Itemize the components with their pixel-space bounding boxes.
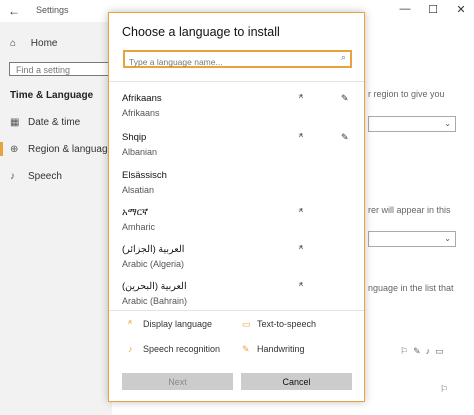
language-search-box[interactable]: ⌕ — [123, 50, 352, 69]
handwriting-icon: ✎ — [341, 132, 349, 142]
next-button[interactable]: Next — [122, 373, 233, 390]
language-search-input[interactable] — [125, 55, 329, 69]
display-language-icon: ᴬ⃗ — [299, 132, 303, 142]
list-bottom-divider — [109, 310, 364, 311]
nav-home[interactable]: ⌂ Home — [10, 38, 57, 49]
choose-language-dialog: Choose a language to install ⌕ Afrikaans… — [108, 12, 365, 402]
display-language-icon: ᴬ⃗ — [299, 93, 303, 103]
microphone-icon: ♪ — [128, 344, 133, 354]
list-item[interactable]: العربية (البحرين) Arabic (Bahrain) ᴬ⃗ — [109, 275, 364, 310]
microphone-icon: ♪ — [10, 171, 15, 182]
sidebar — [0, 22, 112, 415]
language-english-name: Albanian — [122, 147, 158, 157]
close-button[interactable]: ✕ — [454, 3, 468, 16]
legend-display-language: ᴬ⃗ Display language — [128, 319, 212, 330]
language-native-name: العربية (الجزائر) — [122, 244, 185, 255]
display-language-icon: ᴬ⃗ — [128, 319, 132, 329]
language-native-name: Afrikaans — [122, 93, 162, 104]
legend-text-to-speech: ▭ Text-to-speech — [242, 319, 316, 330]
language-native-name: العربية (البحرين) — [122, 281, 187, 292]
language-english-name: Arabic (Bahrain) — [122, 296, 188, 306]
display-language-select[interactable]: ⌄ — [368, 231, 456, 247]
sidebar-item-date-time[interactable]: ▦ Date & time — [10, 117, 80, 128]
language-native-name: አማርኛ — [122, 207, 149, 218]
display-language-icon: ᴬ⃗ — [299, 244, 303, 254]
dialog-title: Choose a language to install — [122, 25, 280, 39]
display-language-icon: ᴬ⃗ — [299, 207, 303, 217]
language-feature-icons: ⚐✎♪▭ — [400, 346, 449, 356]
sidebar-item-speech[interactable]: ♪ Speech — [10, 171, 62, 182]
display-language-icon: ᴬ⃗ — [299, 281, 303, 291]
sidebar-item-label: Date & time — [28, 117, 81, 128]
cancel-button[interactable]: Cancel — [241, 373, 352, 390]
list-item[interactable]: Shqip Albanian ᴬ⃗ ✎ — [109, 126, 364, 165]
maximize-button[interactable]: ☐ — [426, 3, 440, 16]
language-english-name: Amharic — [122, 222, 156, 232]
country-select[interactable]: ⌄ — [368, 116, 456, 132]
search-icon[interactable]: ⌕ — [341, 52, 346, 63]
chevron-down-icon: ⌄ — [444, 234, 451, 243]
nav-home-label: Home — [30, 38, 58, 49]
legend-handwriting: ✎ Handwriting — [242, 344, 305, 355]
language-feature-icon: ⚐ — [440, 384, 449, 394]
language-english-name: Alsatian — [122, 185, 155, 195]
legend-label: Handwriting — [257, 344, 305, 354]
language-english-name: Arabic (Algeria) — [122, 259, 185, 269]
preferred-description: nguage in the list that — [368, 283, 454, 293]
language-list[interactable]: Afrikaans Afrikaans ᴬ⃗ ✎ Shqip Albanian … — [109, 82, 364, 310]
list-item[interactable]: Afrikaans Afrikaans ᴬ⃗ ✎ — [109, 87, 364, 126]
list-item[interactable]: አማርኛ Amharic ᴬ⃗ — [109, 201, 364, 240]
active-indicator — [0, 142, 3, 156]
list-item[interactable]: Elsässisch Alsatian — [109, 164, 364, 203]
sidebar-item-region-language[interactable]: ⊕ Region & language — [10, 144, 113, 155]
chevron-down-icon: ⌄ — [444, 119, 451, 128]
text-to-speech-icon: ▭ — [242, 319, 251, 329]
language-english-name: Afrikaans — [122, 108, 160, 118]
section-heading: Time & Language — [10, 90, 94, 101]
home-icon: ⌂ — [10, 38, 17, 49]
globe-icon: ⊕ — [10, 144, 19, 155]
region-description: r region to give you — [368, 89, 445, 99]
back-button[interactable]: ← — [8, 4, 20, 18]
language-native-name: Elsässisch — [122, 170, 167, 181]
language-native-name: Shqip — [122, 132, 147, 143]
window-title: Settings — [36, 5, 69, 15]
display-description: rer will appear in this — [368, 205, 451, 215]
legend-label: Display language — [143, 319, 213, 329]
sidebar-item-label: Speech — [28, 171, 62, 182]
sidebar-item-label: Region & language — [28, 144, 114, 155]
handwriting-icon: ✎ — [242, 344, 250, 354]
handwriting-icon: ✎ — [341, 93, 349, 103]
list-item[interactable]: العربية (الجزائر) Arabic (Algeria) ᴬ⃗ — [109, 238, 364, 277]
settings-search-input[interactable]: Find a setting — [9, 62, 109, 76]
calendar-icon: ▦ — [10, 117, 20, 128]
minimize-button[interactable]: — — [398, 3, 412, 15]
legend-speech-recognition: ♪ Speech recognition — [128, 344, 220, 354]
legend-label: Text-to-speech — [257, 319, 317, 329]
legend-label: Speech recognition — [143, 344, 221, 354]
